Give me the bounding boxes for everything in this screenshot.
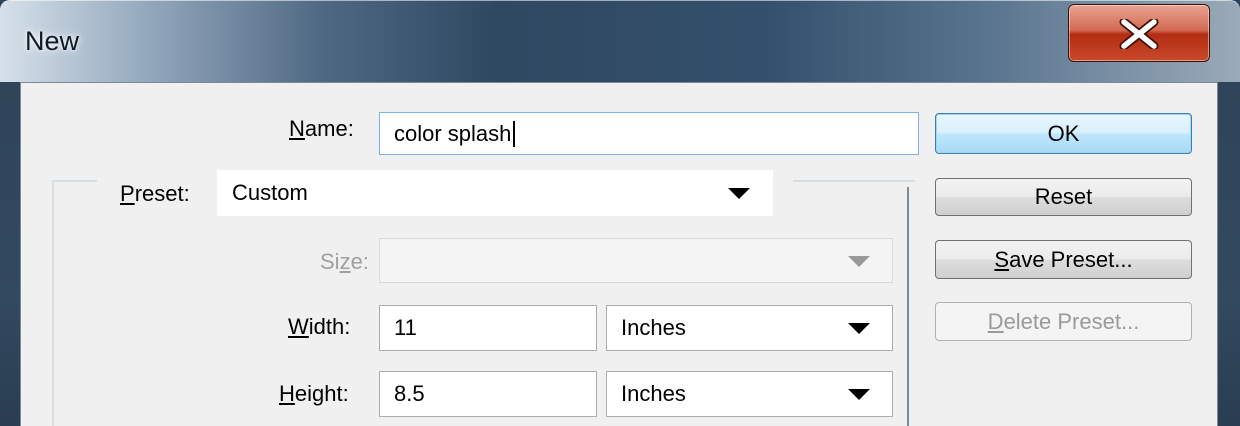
chevron-down-icon <box>728 188 750 199</box>
save-preset-button-label: Save Preset... <box>994 246 1133 272</box>
name-input-value: color splash <box>394 120 512 146</box>
height-unit-value: Inches <box>621 381 686 406</box>
height-input[interactable]: 8.5 <box>379 371 597 417</box>
text-caret <box>513 120 516 147</box>
preset-group-left <box>52 180 54 426</box>
chevron-down-icon <box>848 323 870 334</box>
preset-group-top-right <box>793 180 915 182</box>
preset-select[interactable]: Custom <box>217 170 773 216</box>
chevron-down-icon <box>848 389 870 400</box>
width-input-value: 11 <box>394 315 417 340</box>
ok-button[interactable]: OK <box>935 113 1192 154</box>
close-x-icon <box>1119 19 1159 49</box>
name-input[interactable]: color splash <box>379 112 919 155</box>
width-unit-select[interactable]: Inches <box>606 305 893 351</box>
chevron-down-icon <box>848 255 870 267</box>
delete-preset-button-label: Delete Preset... <box>987 308 1140 334</box>
delete-preset-button: Delete Preset... <box>935 302 1192 341</box>
height-input-value: 8.5 <box>394 381 425 406</box>
height-unit-select[interactable]: Inches <box>606 371 893 417</box>
dialog-content: Name: color splash Preset: Custom Size: … <box>20 82 1218 426</box>
reset-button-label: Reset <box>1034 184 1093 209</box>
close-button[interactable] <box>1068 4 1210 62</box>
new-document-dialog: New Name: color splash Preset: Custom Si… <box>0 0 1240 426</box>
preset-group-top-left <box>52 180 97 182</box>
height-label: Height: <box>279 381 349 406</box>
width-input[interactable]: 11 <box>379 305 597 351</box>
dialog-title: New <box>25 26 80 56</box>
ok-button-label: OK <box>1047 120 1080 146</box>
save-preset-button[interactable]: Save Preset... <box>935 240 1192 279</box>
preset-group-right <box>907 187 909 426</box>
width-unit-value: Inches <box>621 315 686 340</box>
name-label: Name: <box>289 116 354 141</box>
title-bar[interactable]: New <box>0 0 1240 82</box>
preset-select-value: Custom <box>232 180 308 205</box>
size-label: Size: <box>320 249 369 274</box>
size-select <box>379 238 893 283</box>
width-label: Width: <box>288 314 351 339</box>
reset-button[interactable]: Reset <box>935 178 1192 216</box>
preset-label: Preset: <box>120 181 190 206</box>
